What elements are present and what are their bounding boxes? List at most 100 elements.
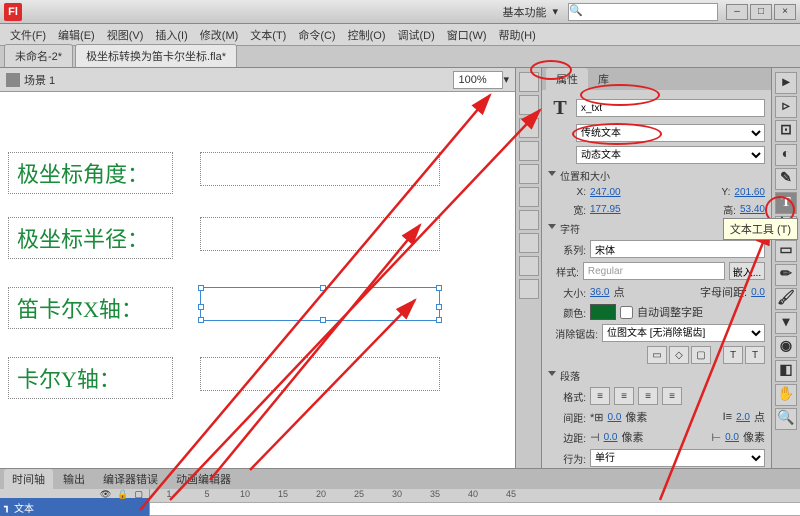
selection-handle[interactable]	[198, 304, 204, 310]
stage-text-label-3[interactable]: 笛卡尔X轴：	[8, 287, 173, 329]
menu-window[interactable]: 窗口(W)	[443, 25, 491, 45]
rect-tool-icon[interactable]: ▭	[775, 240, 797, 262]
selection-handle[interactable]	[436, 304, 442, 310]
doc-tab-1[interactable]: 未命名-2*	[4, 44, 73, 67]
search-box[interactable]: 🔍	[568, 3, 718, 21]
antialias-select[interactable]: 位图文本 [无消除锯齿]	[602, 324, 765, 342]
align-center-icon[interactable]: ≡	[614, 387, 634, 405]
stage-text-input-1[interactable]	[200, 152, 440, 186]
align-justify-icon[interactable]: ≡	[662, 387, 682, 405]
dock-btn-3[interactable]	[519, 118, 539, 138]
visibility-icon[interactable]: 👁	[100, 489, 111, 498]
zoom-tool-icon[interactable]: 🔍	[775, 408, 797, 430]
selection-handle[interactable]	[436, 317, 442, 323]
menu-debug[interactable]: 调试(D)	[394, 25, 439, 45]
line-behavior-select[interactable]: 单行	[590, 449, 765, 467]
transform-tool-icon[interactable]: ⊡	[775, 120, 797, 142]
selection-handle[interactable]	[320, 317, 326, 323]
workspace-switcher[interactable]: 基本功能	[502, 4, 546, 20]
doc-tab-2[interactable]: 极坐标转换为笛卡尔坐标.fla*	[75, 44, 237, 67]
selection-handle[interactable]	[198, 317, 204, 323]
menu-text[interactable]: 文本(T)	[246, 25, 290, 45]
dock-btn-10[interactable]	[519, 279, 539, 299]
tab-library[interactable]: 库	[588, 68, 619, 90]
zoom-dropdown-icon[interactable]: ▾	[503, 73, 509, 86]
align-left-icon[interactable]: ≡	[590, 387, 610, 405]
auto-kern-checkbox[interactable]	[620, 306, 633, 319]
close-button[interactable]: ×	[774, 4, 796, 20]
tab-properties[interactable]: 属性	[546, 68, 588, 90]
selection-tool-icon[interactable]: ▸	[775, 72, 797, 94]
stage-text-input-3[interactable]	[200, 287, 440, 321]
tab-compiler-errors[interactable]: 编译器错误	[95, 469, 166, 489]
line-spacing-value[interactable]: 2.0	[736, 412, 750, 423]
menu-view[interactable]: 视图(V)	[103, 25, 148, 45]
dock-btn-5[interactable]	[519, 164, 539, 184]
superscript-icon[interactable]: T	[723, 346, 743, 364]
tab-motion-editor[interactable]: 动画编辑器	[168, 469, 239, 489]
tab-timeline[interactable]: 时间轴	[4, 469, 53, 489]
subscript-icon[interactable]: T	[745, 346, 765, 364]
dock-btn-8[interactable]	[519, 233, 539, 253]
stage-text-label-2[interactable]: 极坐标半径：	[8, 217, 173, 259]
dock-btn-1[interactable]	[519, 72, 539, 92]
maximize-button[interactable]: □	[750, 4, 772, 20]
dock-btn-9[interactable]	[519, 256, 539, 276]
menu-commands[interactable]: 命令(C)	[294, 25, 339, 45]
stage-text-label-1[interactable]: 极坐标角度：	[8, 152, 173, 194]
text-engine-select[interactable]: 传统文本	[576, 124, 765, 142]
outline-icon[interactable]: ▢	[134, 489, 143, 498]
scene-label[interactable]: 场景 1	[24, 72, 55, 88]
bucket-tool-icon[interactable]: ▾	[775, 312, 797, 334]
dock-btn-2[interactable]	[519, 95, 539, 115]
eyedropper-tool-icon[interactable]: ◉	[775, 336, 797, 358]
w-value[interactable]: 177.95	[590, 204, 621, 215]
selectable-icon[interactable]: ▭	[647, 346, 667, 364]
workspace-dropdown-icon[interactable]: ▾	[552, 5, 558, 18]
indent-value[interactable]: 0.0	[608, 412, 622, 423]
margin-right-value[interactable]: 0.0	[725, 432, 739, 443]
selection-handle[interactable]	[436, 285, 442, 291]
lasso-tool-icon[interactable]: ◐	[775, 144, 797, 166]
menu-file[interactable]: 文件(F)	[6, 25, 50, 45]
subselect-tool-icon[interactable]: ▹	[775, 96, 797, 118]
x-value[interactable]: 247.00	[590, 187, 621, 198]
margin-left-value[interactable]: 0.0	[604, 432, 618, 443]
search-input[interactable]	[586, 4, 716, 18]
menu-modify[interactable]: 修改(M)	[196, 25, 243, 45]
dock-btn-4[interactable]	[519, 141, 539, 161]
frames-area[interactable]: 151015202530354045	[150, 489, 800, 516]
border-icon[interactable]: ▢	[691, 346, 711, 364]
layer-row[interactable]: ┓ 文本	[0, 498, 149, 516]
embed-button[interactable]: 嵌入...	[729, 262, 765, 280]
menu-help[interactable]: 帮助(H)	[495, 25, 540, 45]
hand-tool-icon[interactable]: ✋	[775, 384, 797, 406]
stage[interactable]: 极坐标角度： 极坐标半径： 笛卡尔X轴： 卡尔Y轴：	[0, 92, 515, 468]
tab-output[interactable]: 输出	[55, 469, 93, 489]
menu-insert[interactable]: 插入(I)	[151, 25, 191, 45]
lock-icon[interactable]: 🔒	[117, 489, 128, 498]
letter-spacing-value[interactable]: 0.0	[751, 287, 765, 298]
text-color-chip[interactable]	[590, 304, 616, 320]
selection-handle[interactable]	[198, 285, 204, 291]
layer-name[interactable]: 文本	[14, 500, 34, 515]
eraser-tool-icon[interactable]: ◧	[775, 360, 797, 382]
dock-btn-6[interactable]	[519, 187, 539, 207]
selection-handle[interactable]	[320, 285, 326, 291]
text-tool-icon[interactable]: T	[775, 192, 797, 214]
y-value[interactable]: 201.60	[734, 187, 765, 198]
instance-name-input[interactable]	[576, 99, 765, 117]
stage-text-input-2[interactable]	[200, 217, 440, 251]
minimize-button[interactable]: –	[726, 4, 748, 20]
section-paragraph[interactable]: 段落	[548, 368, 765, 383]
h-value[interactable]: 53.40	[740, 204, 765, 215]
text-kind-select[interactable]: 动态文本	[576, 146, 765, 164]
dock-btn-7[interactable]	[519, 210, 539, 230]
stage-text-input-4[interactable]	[200, 357, 440, 391]
html-icon[interactable]: ◇	[669, 346, 689, 364]
align-right-icon[interactable]: ≡	[638, 387, 658, 405]
font-family-input[interactable]	[590, 240, 765, 258]
pen-tool-icon[interactable]: ✎	[775, 168, 797, 190]
zoom-field[interactable]: 100%	[453, 71, 503, 89]
section-position-size[interactable]: 位置和大小	[548, 168, 765, 183]
